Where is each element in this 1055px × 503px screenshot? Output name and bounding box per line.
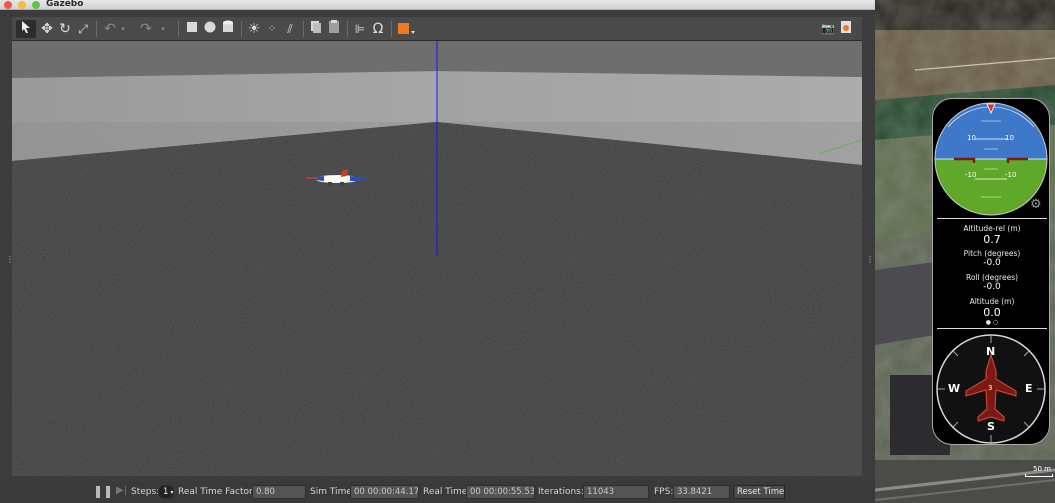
cylinder-icon[interactable]	[220, 20, 236, 38]
page-dots-icon[interactable]: ● ○	[933, 319, 1051, 326]
pitch-value: -0.0	[983, 258, 1001, 268]
simulation-status-bar: ❚❚ ▶| Steps: 1 ▾ Real Time Factor: 0.80 …	[0, 481, 875, 503]
altitude-value: 0.0	[983, 306, 1001, 319]
drone-model[interactable]	[304, 168, 372, 190]
real-time-factor-label: Real Time Factor:	[178, 487, 256, 497]
real-time-field: 00 00:00:55.533	[466, 485, 535, 499]
iterations-field: 11043	[583, 485, 649, 499]
toolbar-separator	[178, 21, 179, 37]
translate-icon[interactable]: ✥	[39, 20, 55, 38]
snap-icon[interactable]: Ω	[370, 20, 386, 38]
compass-north-label: N	[986, 345, 996, 358]
steps-label: Steps:	[131, 487, 160, 497]
rotate-icon[interactable]: ↻	[57, 20, 73, 38]
toolbar-separator	[303, 21, 304, 37]
compass-west-label: W	[948, 382, 961, 395]
scene-viewport[interactable]	[12, 41, 862, 476]
toolbar-separator	[391, 21, 392, 37]
instrument-panel: 10 10 -10 -10 ⚙ Altitude-rel (m) 0.7 Pit…	[932, 98, 1050, 445]
reset-time-button[interactable]: Reset Time	[733, 485, 785, 499]
sim-time-field: 00 00:00:44.172	[350, 485, 419, 499]
title-bar: Gazebo	[0, 0, 875, 10]
toolbar: ✥ ↻ ⤢ ↶ ▾ ↷ ▾ ☀ ⁘ ⫽ ⊫ Ω 📷	[12, 17, 862, 41]
pitch-tick-label: -10	[965, 171, 977, 179]
screenshot-icon[interactable]: 📷	[820, 20, 836, 38]
map-scale-label: 50 m	[1033, 465, 1051, 473]
minimize-window-button[interactable]	[18, 1, 26, 9]
window-title: Gazebo	[46, 0, 84, 9]
scale-icon[interactable]: ⤢	[75, 20, 91, 38]
iterations-label: Iterations:	[538, 487, 584, 497]
toolbar-separator	[241, 21, 242, 37]
record-icon[interactable]	[838, 20, 854, 38]
close-window-button[interactable]	[4, 1, 12, 9]
panel-divider	[937, 218, 1047, 219]
compass-east-label: E	[1025, 382, 1033, 395]
panel-divider	[937, 328, 1047, 329]
real-time-label: Real Time:	[423, 487, 471, 497]
compass-south-label: S	[987, 420, 995, 433]
toolbar-separator	[347, 21, 348, 37]
gear-icon[interactable]: ⚙	[1030, 197, 1042, 212]
altitude-label: Altitude (m)	[969, 297, 1015, 306]
undo-dropdown-icon[interactable]: ▾	[118, 20, 128, 38]
zoom-window-button[interactable]	[32, 1, 40, 9]
sim-time-label: Sim Time:	[310, 487, 355, 497]
toolbar-separator	[96, 21, 97, 37]
directional-light-icon[interactable]: ⫽	[282, 20, 298, 38]
align-icon[interactable]: ⊫	[352, 20, 368, 38]
heading-value: 3	[988, 384, 993, 392]
ground-plane	[12, 41, 862, 476]
step-button[interactable]: ▶|	[116, 485, 127, 496]
steps-spinner[interactable]: 1 ▾	[158, 485, 174, 499]
undo-icon[interactable]: ↶	[102, 20, 118, 38]
chevron-down-icon: ▾	[168, 489, 174, 496]
roll-value: -0.0	[983, 282, 1001, 292]
fps-label: FPS:	[654, 487, 674, 497]
copy-icon[interactable]	[308, 20, 324, 38]
altitude-rel-value: 0.7	[983, 233, 1001, 246]
box-icon[interactable]	[184, 20, 200, 38]
paste-icon[interactable]	[326, 20, 342, 38]
select-arrow-icon[interactable]	[16, 20, 36, 38]
left-panel-handle[interactable]: ⋮	[6, 256, 14, 266]
gazebo-window: Gazebo ✥ ↻ ⤢ ↶ ▾ ↷ ▾ ☀ ⁘ ⫽ ⊫ Ω 📷 ⋮ ⋮ ❚❚ …	[0, 0, 875, 503]
pitch-tick-label: 10	[1005, 134, 1014, 142]
pitch-tick-label: -10	[1005, 171, 1017, 179]
pause-button[interactable]: ❚❚	[93, 484, 113, 498]
map-scale-bar	[1025, 474, 1053, 477]
redo-dropdown-icon[interactable]: ▾	[158, 20, 168, 38]
redo-icon[interactable]: ↷	[138, 20, 154, 38]
altitude-rel-label: Altitude-rel (m)	[963, 224, 1021, 233]
pitch-label: Pitch (degrees)	[963, 249, 1021, 258]
pitch-tick-label: 10	[967, 134, 976, 142]
real-time-factor-field: 0.80	[252, 485, 306, 499]
point-light-icon[interactable]: ☀	[246, 20, 262, 38]
view-angle-icon[interactable]	[396, 20, 418, 38]
spot-light-icon[interactable]: ⁘	[264, 20, 280, 38]
roll-label: Roll (degrees)	[965, 273, 1019, 282]
sphere-icon[interactable]	[202, 20, 218, 38]
right-panel-handle[interactable]: ⋮	[866, 256, 874, 266]
fps-field: 33.8421	[673, 485, 730, 499]
